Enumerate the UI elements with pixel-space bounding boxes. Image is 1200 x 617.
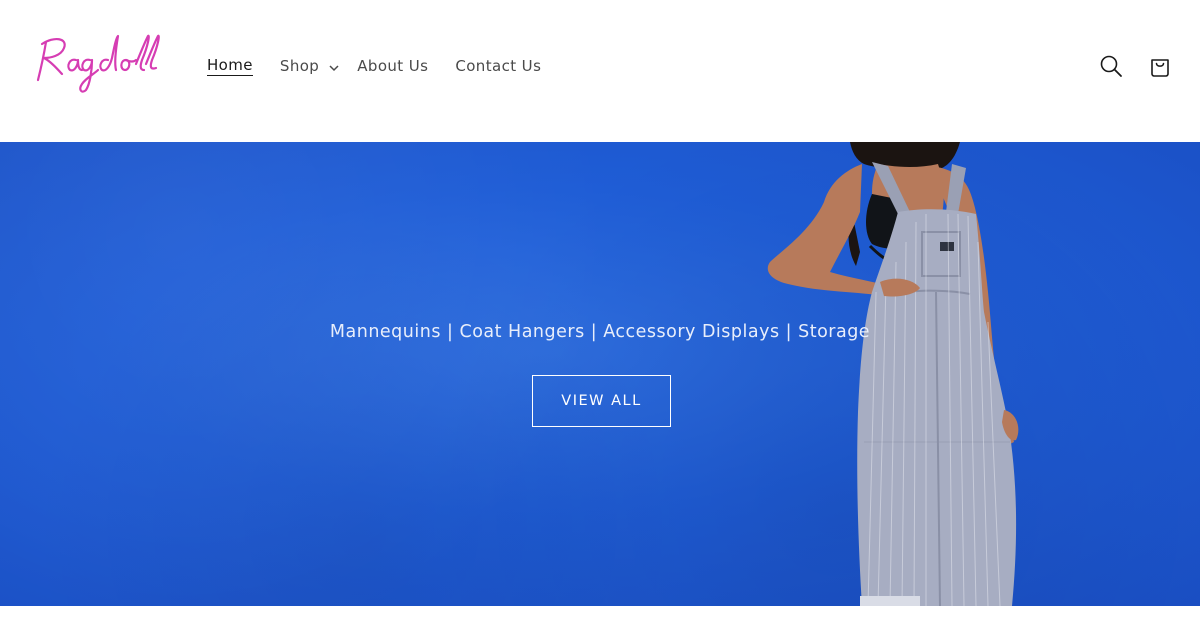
page-bottom-strip xyxy=(0,606,1200,617)
nav-item-home[interactable]: Home xyxy=(207,56,253,76)
nav-item-shop[interactable]: Shop xyxy=(280,57,340,75)
hero-tagline: Mannequins | Coat Hangers | Accessory Di… xyxy=(329,322,871,342)
nav-item-about-us[interactable]: About Us xyxy=(357,57,428,75)
nav-item-label: Home xyxy=(207,56,253,76)
nav-item-contact-us[interactable]: Contact Us xyxy=(455,57,541,75)
view-all-button[interactable]: VIEW ALL xyxy=(532,375,671,427)
chevron-down-icon xyxy=(328,60,340,72)
search-icon[interactable] xyxy=(1097,52,1125,80)
main-nav: Home Shop About Us Contact Us xyxy=(207,56,541,76)
nav-item-label: Shop xyxy=(279,57,320,75)
cart-icon[interactable] xyxy=(1146,52,1174,80)
ragdoll-logo-wordmark xyxy=(36,34,160,93)
hero-content: Mannequins | Coat Hangers | Accessory Di… xyxy=(0,322,1200,427)
hero-model-image xyxy=(767,142,1019,606)
nav-item-label: About Us xyxy=(357,57,429,75)
hero-banner: Mannequins | Coat Hangers | Accessory Di… xyxy=(0,142,1200,606)
brand-logo[interactable] xyxy=(32,30,164,98)
header-actions xyxy=(1097,52,1174,80)
site-header: Home Shop About Us Contact Us xyxy=(0,0,1200,142)
nav-item-label: Contact Us xyxy=(455,57,542,75)
